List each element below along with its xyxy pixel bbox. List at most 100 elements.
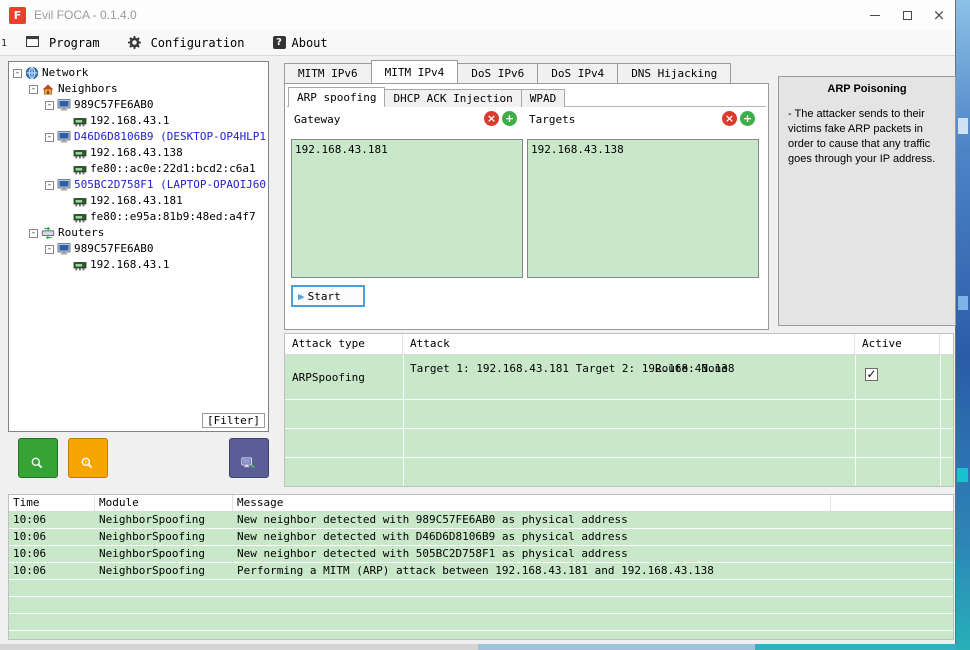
targets-remove-icon[interactable]: × — [722, 111, 737, 126]
targets-list-item[interactable]: 192.168.43.138 — [531, 142, 755, 157]
start-button[interactable]: ▶ Start — [291, 285, 365, 307]
tree-node[interactable]: fe80::e95a:81b9:48ed:a4f7 — [9, 209, 268, 225]
tree-node[interactable]: - Neighbors — [9, 81, 268, 97]
subtab-wpad[interactable]: WPAD — [520, 89, 566, 107]
tree-expander-icon[interactable]: - — [45, 180, 54, 190]
attack-table: Attack type Attack Active ARPSpoofing Ta… — [284, 333, 954, 487]
tree-node-label: 505BC2D758F1 (LAPTOP-OPAOIJ60) — [74, 178, 269, 191]
menu-configuration[interactable]: Configuration — [127, 35, 245, 50]
tree-node[interactable]: 192.168.43.138 — [9, 145, 268, 161]
gateway-remove-icon[interactable]: × — [484, 111, 499, 126]
magnifier-bolt-icon — [80, 451, 94, 469]
magnifier-icon — [30, 451, 44, 469]
active-column-header[interactable]: Active — [855, 334, 940, 354]
tree-node-label: Routers — [58, 226, 105, 239]
message-column-header[interactable]: Message — [233, 495, 831, 511]
menu-program[interactable]: Program — [26, 35, 100, 50]
tree-expander-icon[interactable]: - — [45, 100, 54, 110]
tree-node-label: fe80::e95a:81b9:48ed:a4f7 — [90, 210, 256, 223]
log-row[interactable]: 10:06 NeighborSpoofing New neighbor detect… — [9, 512, 953, 529]
filter-box[interactable]: [Filter] — [202, 413, 265, 428]
tree-expander-icon[interactable]: - — [13, 68, 22, 78]
time-column-header[interactable]: Time — [9, 495, 95, 511]
network-tree-panel: - Network - Neighbors -989C57FE6AB0 192.168.4… — [8, 61, 269, 432]
attack-table-divider — [940, 355, 941, 486]
tree-node[interactable]: - 505BC2D758F1 (LAPTOP-OPAOIJ60) — [9, 177, 268, 193]
tree-expander-icon[interactable]: - — [45, 132, 54, 142]
program-icon — [26, 35, 40, 50]
desktop-icon-fragment — [958, 296, 968, 310]
attack-detail-cell: Target 1: 192.168.43.181 Route: None Tar… — [403, 355, 855, 399]
tree-expander-icon[interactable]: - — [29, 228, 38, 238]
nic-icon — [73, 194, 87, 208]
attack-table-body: ARPSpoofing Target 1: 192.168.43.181 Rou… — [285, 355, 953, 486]
tree-node-label: 192.168.43.181 — [90, 194, 183, 207]
tree-node[interactable]: - 989C57FE6AB0 — [9, 241, 268, 257]
nic-icon — [73, 114, 87, 128]
minimize-button[interactable] — [859, 0, 891, 30]
menu-configuration-label: Configuration — [150, 35, 245, 50]
info-panel-body: - The attacker sends to their victims fa… — [788, 108, 936, 165]
start-button-label: Start — [307, 289, 341, 303]
scan-button[interactable] — [68, 438, 108, 478]
title-bar: F Evil FOCA - 0.1.4.0 × — [0, 0, 955, 30]
attack-table-divider — [403, 355, 404, 486]
maximize-button[interactable] — [891, 0, 923, 30]
active-cell: ✓ — [855, 355, 940, 399]
tree-node[interactable]: fe80::ac0e:22d1:bcd2:c6a1 — [9, 161, 268, 177]
gateway-list-item[interactable]: 192.168.43.181 — [295, 142, 519, 157]
subtab-dhcp-ack-injection[interactable]: DHCP ACK Injection — [384, 89, 522, 107]
minimize-icon — [870, 14, 880, 16]
gear-icon — [127, 35, 142, 50]
log-row[interactable]: 10:06 NeighborSpoofing New neighbor detect… — [9, 529, 953, 546]
tree-node[interactable]: 192.168.43.1 — [9, 113, 268, 129]
tree-node-label: 192.168.43.138 — [90, 146, 183, 159]
subtab-arp-spoofing[interactable]: ARP spoofing — [288, 87, 386, 107]
active-checkbox[interactable]: ✓ — [865, 368, 878, 381]
empty-column-header — [831, 495, 953, 511]
search-button[interactable] — [18, 438, 58, 478]
tab-mitm-ipv4[interactable]: MITM IPv4 — [370, 60, 459, 83]
tree-node[interactable]: - 989C57FE6AB0 — [9, 97, 268, 113]
log-row[interactable]: 10:06 NeighborSpoofing Performing a MITM (… — [9, 563, 953, 580]
log-table-header: Time Module Message — [9, 495, 953, 512]
tree-expander-icon[interactable]: - — [45, 244, 54, 254]
computer-icon — [57, 178, 71, 192]
tab-dns-hijacking[interactable]: DNS Hijacking — [617, 63, 732, 83]
play-icon: ▶ — [298, 289, 305, 303]
nic-icon — [73, 210, 87, 224]
targets-listbox[interactable]: 192.168.43.138 — [527, 139, 759, 278]
gateway-label: Gateway — [294, 113, 341, 126]
attack-type-cell: ARPSpoofing — [292, 370, 365, 384]
attack-column-header[interactable]: Attack — [403, 334, 855, 354]
menu-about[interactable]: ? About — [272, 36, 328, 50]
targets-label: Targets — [529, 113, 576, 126]
nic-icon — [73, 146, 87, 160]
tree-node[interactable]: 192.168.43.181 — [9, 193, 268, 209]
log-module: NeighborSpoofing — [99, 564, 205, 577]
tab-dos-ipv4[interactable]: DoS IPv4 — [537, 63, 619, 83]
gateway-listbox[interactable]: 192.168.43.181 — [291, 139, 523, 278]
targets-add-icon[interactable]: + — [740, 111, 755, 126]
tree-node[interactable]: - D46D6D8106B9 (DESKTOP-OP4HLP1) — [9, 129, 268, 145]
tree-node[interactable]: - Network — [9, 65, 268, 81]
tab-dos-ipv6[interactable]: DoS IPv6 — [457, 63, 539, 83]
tree-node-label: 192.168.43.1 — [90, 258, 170, 271]
close-button[interactable]: × — [923, 0, 955, 30]
log-message: Performing a MITM (ARP) attack between 1… — [237, 564, 714, 577]
attack-type-column-header[interactable]: Attack type — [285, 334, 403, 354]
capture-button[interactable] — [229, 438, 269, 478]
tree-expander-icon[interactable]: - — [29, 84, 38, 94]
log-time: 10:06 — [13, 547, 47, 560]
attack-table-header: Attack type Attack Active — [285, 334, 953, 355]
tree-node[interactable]: 192.168.43.1 — [9, 257, 268, 273]
log-row[interactable]: 10:06 NeighborSpoofing New neighbor detect… — [9, 546, 953, 563]
nic-icon — [73, 162, 87, 176]
tab-mitm-ipv6[interactable]: MITM IPv6 — [284, 63, 372, 83]
tree-node[interactable]: - Routers — [9, 225, 268, 241]
tree-node-label: 989C57FE6AB0 — [74, 242, 154, 255]
attack-row[interactable]: ARPSpoofing Target 1: 192.168.43.181 Rou… — [285, 355, 953, 400]
module-column-header[interactable]: Module — [95, 495, 233, 511]
log-time: 10:06 — [13, 513, 47, 526]
gateway-add-icon[interactable]: + — [502, 111, 517, 126]
